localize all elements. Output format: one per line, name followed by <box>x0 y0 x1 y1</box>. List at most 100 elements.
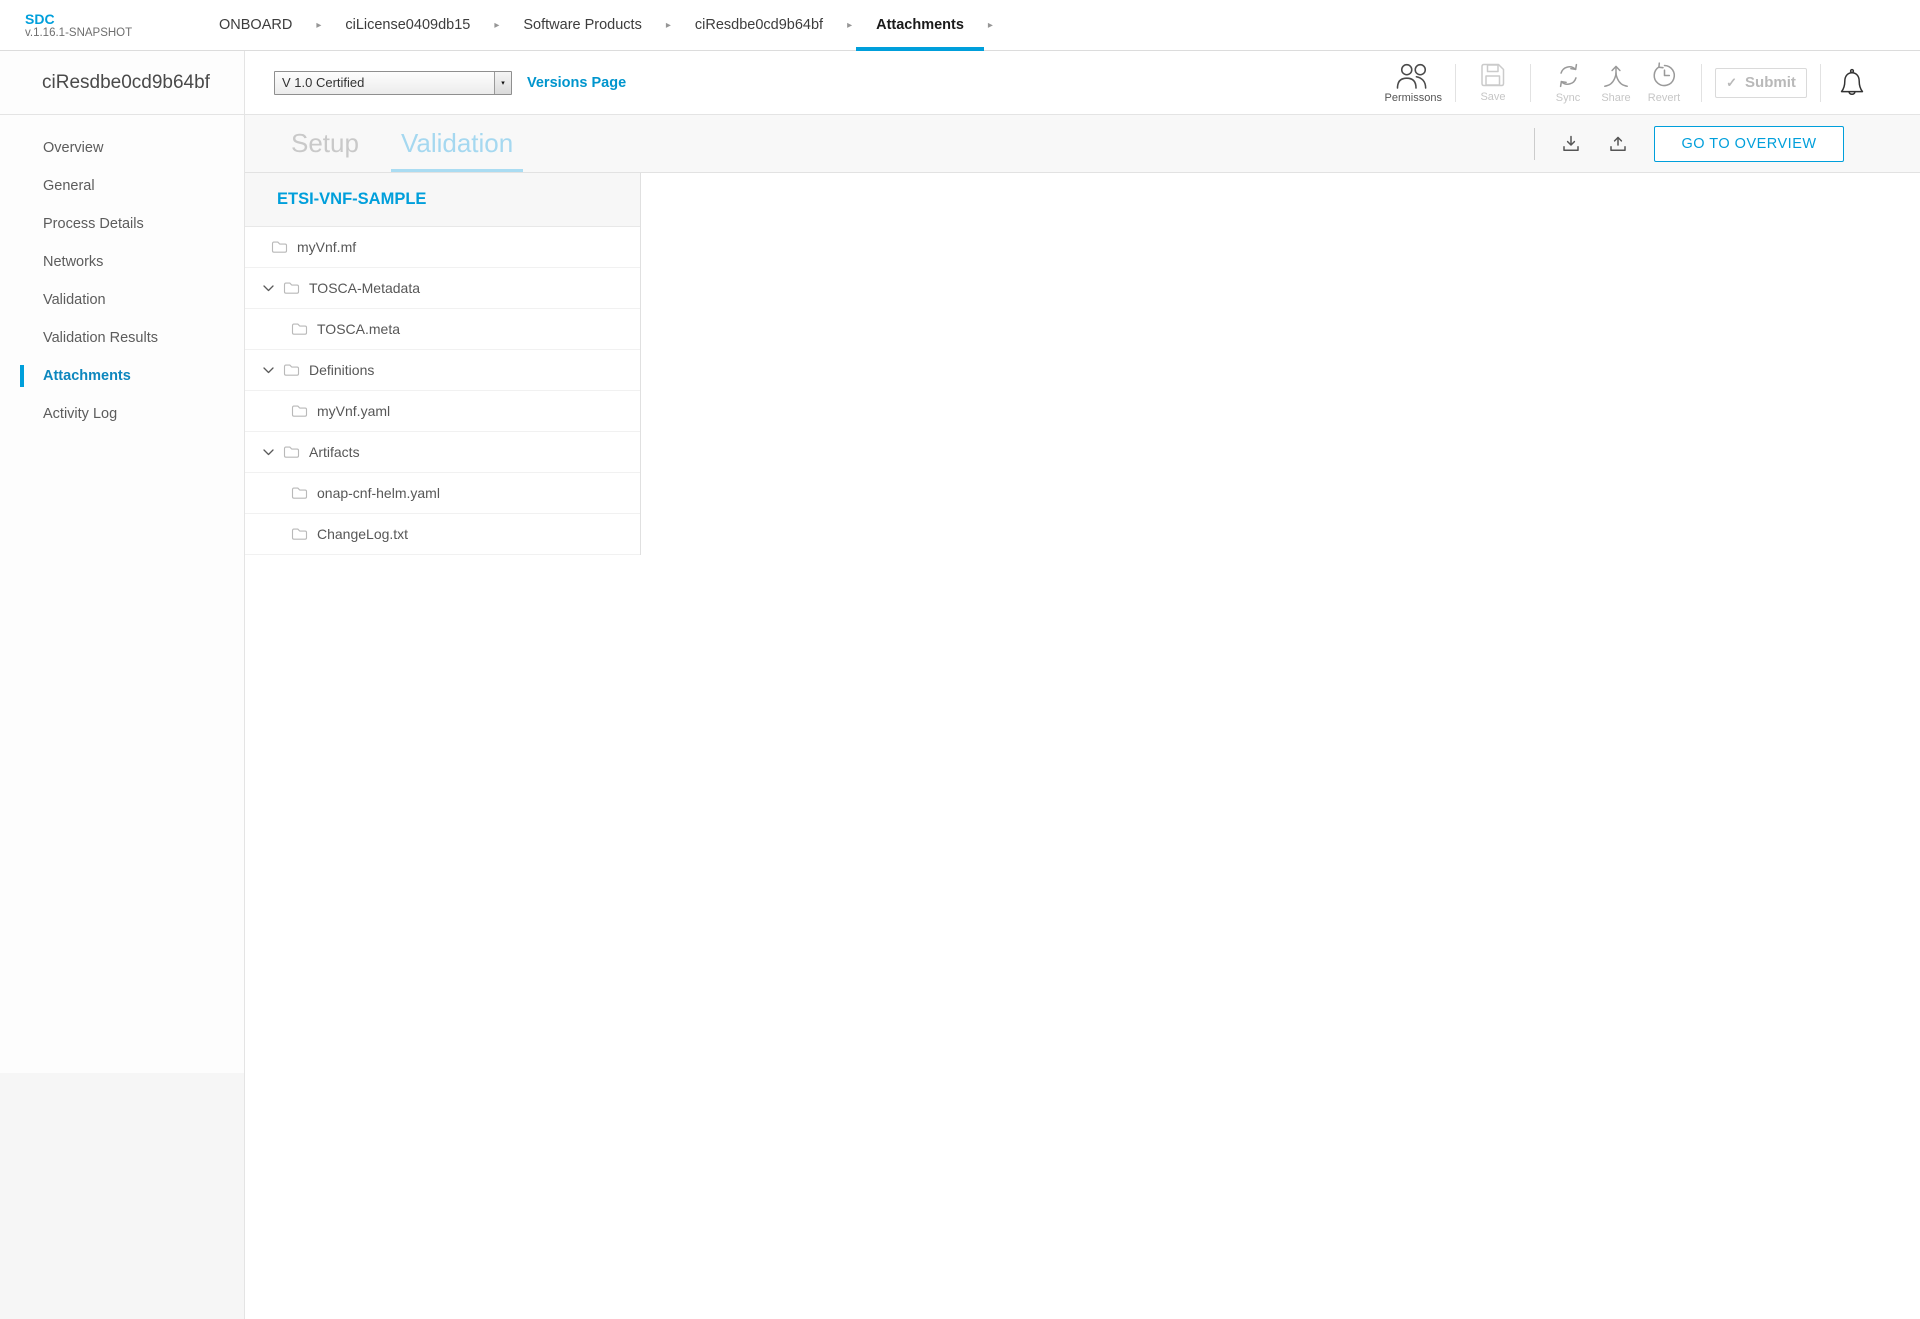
go-to-overview-button[interactable]: GO TO OVERVIEW <box>1654 126 1844 162</box>
folder-outline-icon <box>271 240 288 254</box>
upload-tray-icon <box>1607 133 1629 155</box>
sidebar-footer <box>0 1073 244 1319</box>
floppy-disk-icon <box>1480 62 1506 88</box>
circular-arrows-icon <box>1555 62 1582 89</box>
sidebar-item-label: Validation <box>43 292 106 308</box>
tree-row-changelog-txt[interactable]: ChangeLog.txt <box>245 514 640 555</box>
entity-title: ciResdbe0cd9b64bf <box>0 51 244 115</box>
sidebar-item-label: Networks <box>43 254 103 270</box>
sidebar-item-process-details[interactable]: Process Details <box>0 205 244 243</box>
tree-title: ETSI-VNF-SAMPLE <box>245 173 640 227</box>
sidebar-item-validation-results[interactable]: Validation Results <box>0 319 244 357</box>
breadcrumb-link[interactable]: ciLicense0409db15 <box>321 0 494 50</box>
tree-row-label: myVnf.mf <box>297 239 356 255</box>
tree-row-definitions[interactable]: Definitions <box>245 350 640 391</box>
breadcrumb-item-cilicense0409db15: ciLicense0409db15 ▸ <box>321 0 499 50</box>
upload-button[interactable] <box>1607 133 1629 155</box>
folder-outline-icon <box>291 404 308 418</box>
sidebar-item-label: Process Details <box>43 216 144 232</box>
tree-row-artifacts[interactable]: Artifacts <box>245 432 640 473</box>
tree-row-myvnf-yaml[interactable]: myVnf.yaml <box>245 391 640 432</box>
permissions-label: Permissons <box>1385 92 1442 104</box>
tab-validation[interactable]: Validation <box>391 115 523 172</box>
tab-label: Setup <box>291 128 359 159</box>
tree-row-label: onap-cnf-helm.yaml <box>317 485 440 501</box>
content-area: ETSI-VNF-SAMPLE <box>245 173 1920 1319</box>
tree-rows: myVnf.mf <box>245 227 640 555</box>
folder-outline-icon <box>291 322 308 336</box>
divider <box>1534 128 1535 160</box>
tab-label: Validation <box>401 128 513 159</box>
tree-row-myvnf-mf[interactable]: myVnf.mf <box>245 227 640 268</box>
download-tray-icon <box>1560 133 1582 155</box>
divider <box>1530 64 1531 102</box>
sync-button[interactable]: Sync <box>1544 62 1592 104</box>
tree-row-tosca-metadata[interactable]: TOSCA-Metadata <box>245 268 640 309</box>
version-select[interactable]: V 1.0 Certified ▾ <box>274 71 512 95</box>
tabs-row: Setup Validation <box>245 115 1920 173</box>
attachments-tree-panel: ETSI-VNF-SAMPLE <box>245 173 641 555</box>
divider <box>1701 64 1702 102</box>
breadcrumb-item-attachments: Attachments ▸ <box>852 0 993 50</box>
sidebar-item-networks[interactable]: Networks <box>0 243 244 281</box>
page-body: ciResdbe0cd9b64bf Overview General Proce… <box>0 51 1920 1319</box>
submit-button[interactable]: ✓ Submit <box>1715 68 1807 98</box>
app-name: SDC <box>25 12 195 27</box>
sidebar-item-activity-log[interactable]: Activity Log <box>0 395 244 433</box>
attachments-toolbar: GO TO OVERVIEW <box>1534 115 1920 172</box>
left-sidebar: ciResdbe0cd9b64bf Overview General Proce… <box>0 51 245 1319</box>
folder-outline-icon <box>291 527 308 541</box>
chevron-down-icon[interactable] <box>263 285 274 292</box>
breadcrumb-link[interactable]: Attachments <box>852 0 988 50</box>
tab-setup[interactable]: Setup <box>281 115 369 172</box>
sync-label: Sync <box>1556 92 1580 104</box>
folder-outline-icon <box>283 281 300 295</box>
divider <box>1455 64 1456 102</box>
sidebar-item-label: Validation Results <box>43 330 158 346</box>
two-people-icon <box>1395 62 1432 89</box>
sidebar-item-overview[interactable]: Overview <box>0 129 244 167</box>
notifications-button[interactable] <box>1838 68 1866 98</box>
breadcrumb-item-onboard: ONBOARD ▸ <box>195 0 321 50</box>
sidebar-item-attachments[interactable]: Attachments <box>0 357 244 395</box>
clock-undo-icon <box>1651 62 1678 89</box>
tree-row-onap-cnf-helm-yaml[interactable]: onap-cnf-helm.yaml <box>245 473 640 514</box>
tabs: Setup Validation <box>281 115 545 172</box>
version-header-row: V 1.0 Certified ▾ Versions Page Permisso… <box>245 51 1920 115</box>
sidebar-item-label: Activity Log <box>43 406 117 422</box>
sidebar-item-general[interactable]: General <box>0 167 244 205</box>
chevron-right-icon: ▸ <box>988 20 993 31</box>
divider <box>1820 64 1821 102</box>
breadcrumb-link[interactable]: ciResdbe0cd9b64bf <box>671 0 847 50</box>
main-area: V 1.0 Certified ▾ Versions Page Permisso… <box>245 51 1920 1319</box>
folder-outline-icon <box>283 363 300 377</box>
permissions-button[interactable]: Permissons <box>1385 62 1442 104</box>
chevron-down-icon[interactable] <box>263 367 274 374</box>
breadcrumb-link[interactable]: ONBOARD <box>195 0 316 50</box>
share-label: Share <box>1601 92 1630 104</box>
breadcrumb: ONBOARD ▸ ciLicense0409db15 ▸ Software P… <box>195 0 993 50</box>
submit-label: Submit <box>1745 74 1796 91</box>
breadcrumb-link[interactable]: Software Products <box>499 0 665 50</box>
sidebar-item-validation[interactable]: Validation <box>0 281 244 319</box>
caret-down-icon[interactable]: ▾ <box>494 72 511 94</box>
tree-row-label: TOSCA-Metadata <box>309 280 420 296</box>
breadcrumb-item-software-products: Software Products ▸ <box>499 0 671 50</box>
download-button[interactable] <box>1560 133 1582 155</box>
bell-icon <box>1838 68 1866 98</box>
versions-page-link[interactable]: Versions Page <box>527 75 626 91</box>
sidebar-item-label: General <box>43 178 95 194</box>
tree-row-label: ChangeLog.txt <box>317 526 408 542</box>
checkmark-icon: ✓ <box>1726 75 1737 91</box>
share-button[interactable]: Share <box>1592 62 1640 104</box>
tree-row-label: myVnf.yaml <box>317 403 390 419</box>
sidebar-nav: Overview General Process Details Network… <box>0 115 244 1073</box>
revert-button[interactable]: Revert <box>1640 62 1688 104</box>
tree-row-tosca-meta[interactable]: TOSCA.meta <box>245 309 640 350</box>
save-button[interactable]: Save <box>1469 62 1517 103</box>
tree-row-label: Artifacts <box>309 444 360 460</box>
breadcrumb-item-ciresdbe0cd9b64bf: ciResdbe0cd9b64bf ▸ <box>671 0 852 50</box>
app-logo[interactable]: SDC v.1.16.1-SNAPSHOT <box>0 0 195 50</box>
folder-outline-icon <box>283 445 300 459</box>
chevron-down-icon[interactable] <box>263 449 274 456</box>
